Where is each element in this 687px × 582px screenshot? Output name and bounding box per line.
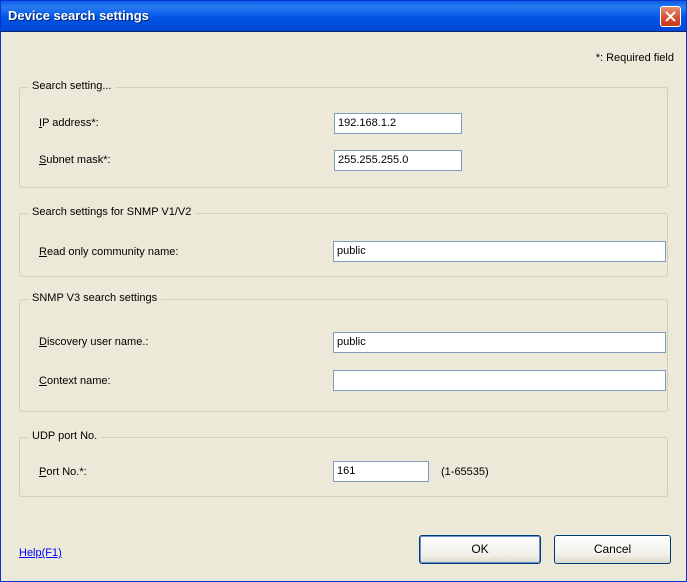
- community-name-label: Read only community name:: [39, 246, 179, 258]
- subnet-mask-label: Subnet mask*:: [39, 154, 111, 166]
- search-setting-group: Search setting... IP address*: 192.168.1…: [19, 80, 668, 188]
- snmp-v1v2-group: Search settings for SNMP V1/V2 Read only…: [19, 206, 668, 277]
- window-title: Device search settings: [8, 8, 149, 23]
- ip-address-input[interactable]: 192.168.1.2: [334, 113, 462, 134]
- search-setting-legend: Search setting...: [28, 80, 116, 92]
- port-number-input[interactable]: 161: [333, 461, 429, 482]
- context-name-label: Context name:: [39, 375, 111, 387]
- snmp-v3-legend: SNMP V3 search settings: [28, 292, 162, 304]
- subnet-mask-input[interactable]: 255.255.255.0: [334, 150, 462, 171]
- discovery-user-input[interactable]: public: [333, 332, 666, 353]
- dialog-window: Device search settings *: Required field…: [0, 0, 687, 582]
- discovery-user-label: Discovery user name.:: [39, 336, 149, 348]
- ip-address-label: IP address*:: [39, 117, 99, 129]
- required-field-note: *: Required field: [595, 52, 674, 64]
- snmp-v3-group: SNMP V3 search settings Discovery user n…: [19, 292, 668, 412]
- help-link[interactable]: Help(F1): [19, 547, 62, 559]
- close-icon: [665, 11, 676, 22]
- snmp-v1v2-legend: Search settings for SNMP V1/V2: [28, 206, 196, 218]
- community-name-input[interactable]: public: [333, 241, 666, 262]
- udp-port-legend: UDP port No.: [28, 430, 102, 442]
- context-name-input[interactable]: [333, 370, 666, 391]
- ok-button[interactable]: OK: [419, 535, 541, 564]
- close-button[interactable]: [660, 6, 681, 27]
- port-number-label: Port No.*:: [39, 466, 87, 478]
- cancel-button[interactable]: Cancel: [554, 535, 671, 564]
- udp-port-group: UDP port No. Port No.*: 161 (1-65535): [19, 430, 668, 497]
- title-bar: Device search settings: [1, 1, 686, 32]
- port-range-hint: (1-65535): [441, 466, 489, 478]
